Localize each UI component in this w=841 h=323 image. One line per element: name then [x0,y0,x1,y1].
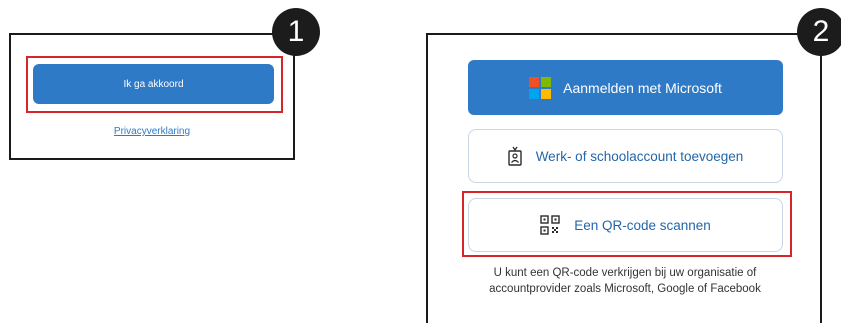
add-work-account-button[interactable]: Werk- of schoolaccount toevoegen [468,129,783,183]
step-2-badge: 2 [797,8,841,56]
agree-button-label: Ik ga akkoord [123,78,184,90]
microsoft-logo-icon [529,76,552,99]
add-work-account-label: Werk- of schoolaccount toevoegen [535,148,744,164]
qr-help-line-2: accountprovider zoals Microsoft, Google … [489,283,761,295]
sign-in-microsoft-button[interactable]: Aanmelden met Microsoft [468,60,783,115]
step-1-badge: 1 [272,8,320,56]
badge-id-icon [507,146,522,166]
qr-help-text: U kunt een QR-code verkrijgen bij uw org… [430,265,820,297]
sign-in-microsoft-label: Aanmelden met Microsoft [563,79,722,96]
privacy-statement-link[interactable]: Privacyverklaring [9,126,295,137]
qr-help-line-1: U kunt een QR-code verkrijgen bij uw org… [493,267,757,279]
highlight-qr-button [462,191,792,257]
agree-button[interactable]: Ik ga akkoord [33,64,274,104]
